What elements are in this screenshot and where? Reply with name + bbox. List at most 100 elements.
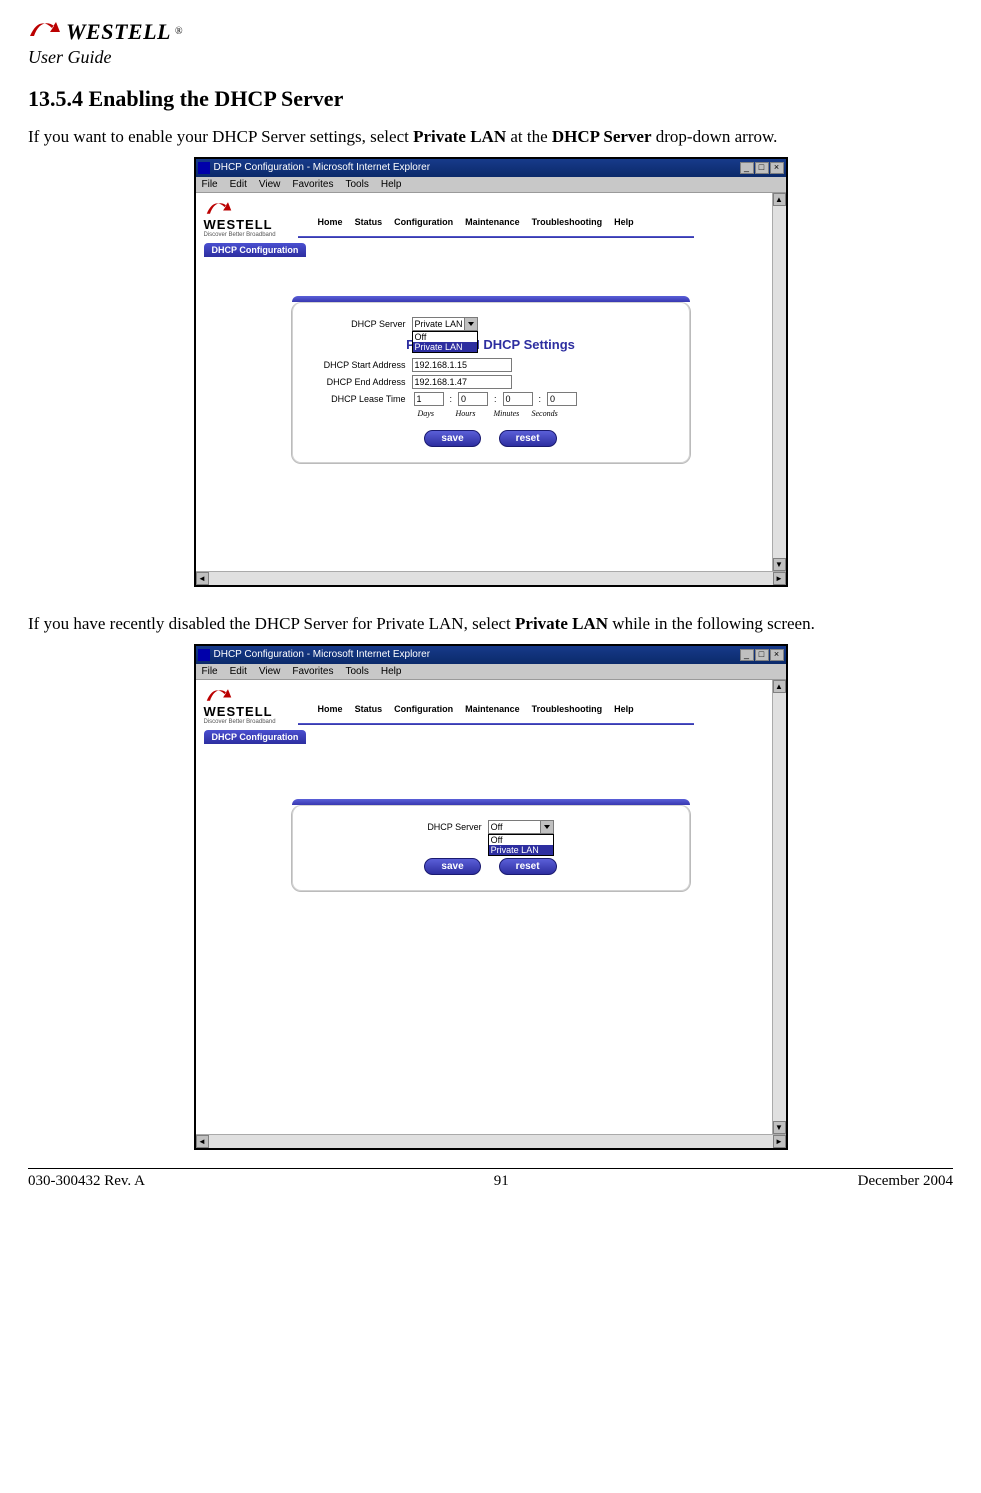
menu-file[interactable]: File — [202, 179, 218, 190]
scroll-right-icon[interactable]: ► — [773, 1135, 786, 1148]
nav-underline — [298, 723, 694, 725]
unit-days: Days — [418, 409, 456, 418]
nav-maintenance[interactable]: Maintenance — [465, 217, 520, 227]
p2-post: while in the following screen. — [608, 614, 815, 633]
vertical-scrollbar[interactable]: ▲ ▼ — [772, 193, 786, 571]
menu-favorites[interactable]: Favorites — [292, 179, 333, 190]
scroll-down-icon[interactable]: ▼ — [773, 558, 786, 571]
page-footer: 030-300432 Rev. A 91 December 2004 — [28, 1173, 953, 1190]
lease-seconds-input[interactable]: 0 — [547, 392, 577, 406]
dhcp-end-input[interactable]: 192.168.1.47 — [412, 375, 512, 389]
tab-dhcp-configuration[interactable]: DHCP Configuration — [204, 243, 307, 257]
nav-status[interactable]: Status — [355, 704, 383, 714]
menu-file[interactable]: File — [202, 666, 218, 677]
p2-bold: Private LAN — [515, 614, 608, 633]
horizontal-scrollbar[interactable]: ◄ ► — [196, 571, 786, 585]
save-button[interactable]: save — [424, 858, 480, 875]
browser-content: WESTELL Discover Better Broadband Home S… — [196, 680, 786, 1148]
nav-help[interactable]: Help — [614, 704, 634, 714]
dhcp-server-dropdown[interactable]: Off Private LAN — [412, 331, 478, 353]
horizontal-scrollbar[interactable]: ◄ ► — [196, 1134, 786, 1148]
dhcp-start-input[interactable]: 192.168.1.15 — [412, 358, 512, 372]
dhcp-start-label: DHCP Start Address — [304, 360, 412, 370]
ie-titlebar: DHCP Configuration - Microsoft Internet … — [196, 646, 786, 664]
nav-bar: Home Status Configuration Maintenance Tr… — [318, 699, 778, 717]
menu-tools[interactable]: Tools — [345, 666, 368, 677]
tab-dhcp-configuration[interactable]: DHCP Configuration — [204, 730, 307, 744]
option-private-lan[interactable]: Private LAN — [413, 342, 477, 352]
scroll-up-icon[interactable]: ▲ — [773, 680, 786, 693]
lease-hours-input[interactable]: 0 — [458, 392, 488, 406]
colon-1: : — [450, 394, 453, 404]
nav-bar: Home Status Configuration Maintenance Tr… — [318, 212, 778, 230]
footer-left: 030-300432 Rev. A — [28, 1173, 145, 1190]
p1-bold1: Private LAN — [413, 127, 506, 146]
reset-button[interactable]: reset — [499, 858, 557, 875]
scroll-right-icon[interactable]: ► — [773, 572, 786, 585]
paragraph-2: If you have recently disabled the DHCP S… — [28, 613, 953, 636]
option-off[interactable]: Off — [489, 835, 553, 845]
brand-block: WESTELL Discover Better Broadband — [204, 199, 276, 238]
menu-favorites[interactable]: Favorites — [292, 666, 333, 677]
vertical-scrollbar[interactable]: ▲ ▼ — [772, 680, 786, 1134]
dhcp-server-select[interactable]: Off — [488, 820, 554, 834]
nav-configuration[interactable]: Configuration — [394, 217, 453, 227]
page-header: WESTELL ® User Guide — [28, 18, 953, 68]
nav-troubleshooting[interactable]: Troubleshooting — [532, 704, 603, 714]
scroll-up-icon[interactable]: ▲ — [773, 193, 786, 206]
lease-days-input[interactable]: 1 — [414, 392, 444, 406]
registered-icon: ® — [175, 26, 183, 37]
p1-bold2: DHCP Server — [552, 127, 652, 146]
menu-edit[interactable]: Edit — [230, 666, 247, 677]
menu-help[interactable]: Help — [381, 179, 402, 190]
scroll-down-icon[interactable]: ▼ — [773, 1121, 786, 1134]
ie-menu: File Edit View Favorites Tools Help — [196, 177, 786, 193]
unit-minutes: Minutes — [494, 409, 532, 418]
footer-center: 91 — [494, 1173, 509, 1190]
ie-app-icon — [198, 162, 210, 174]
lease-minutes-input[interactable]: 0 — [503, 392, 533, 406]
swoosh-icon — [204, 686, 234, 704]
nav-troubleshooting[interactable]: Troubleshooting — [532, 217, 603, 227]
close-button[interactable]: × — [770, 649, 784, 661]
section-heading: Enabling the DHCP Server — [89, 86, 344, 111]
scroll-left-icon[interactable]: ◄ — [196, 1135, 209, 1148]
chevron-down-icon — [464, 318, 477, 330]
p2-pre: If you have recently disabled the DHCP S… — [28, 614, 515, 633]
menu-edit[interactable]: Edit — [230, 179, 247, 190]
option-off[interactable]: Off — [413, 332, 477, 342]
dhcp-end-label: DHCP End Address — [304, 377, 412, 387]
close-button[interactable]: × — [770, 162, 784, 174]
scroll-left-icon[interactable]: ◄ — [196, 572, 209, 585]
dhcp-server-value: Private LAN — [415, 319, 463, 329]
paragraph-1: If you want to enable your DHCP Server s… — [28, 126, 953, 149]
menu-tools[interactable]: Tools — [345, 179, 368, 190]
guide-label: User Guide — [28, 47, 953, 68]
menu-view[interactable]: View — [259, 179, 281, 190]
brand-tagline: Discover Better Broadband — [204, 232, 276, 238]
dhcp-server-value: Off — [491, 822, 503, 832]
chevron-down-icon — [540, 821, 553, 833]
save-button[interactable]: save — [424, 430, 480, 447]
nav-home[interactable]: Home — [318, 217, 343, 227]
nav-home[interactable]: Home — [318, 704, 343, 714]
nav-configuration[interactable]: Configuration — [394, 704, 453, 714]
menu-view[interactable]: View — [259, 666, 281, 677]
maximize-button[interactable]: □ — [755, 649, 769, 661]
nav-maintenance[interactable]: Maintenance — [465, 704, 520, 714]
option-private-lan[interactable]: Private LAN — [489, 845, 553, 855]
reset-button[interactable]: reset — [499, 430, 557, 447]
ie-app-icon — [198, 649, 210, 661]
maximize-button[interactable]: □ — [755, 162, 769, 174]
brand-name: WESTELL — [66, 19, 171, 45]
dhcp-server-select[interactable]: Private LAN — [412, 317, 478, 331]
swoosh-icon — [204, 199, 234, 217]
nav-help[interactable]: Help — [614, 217, 634, 227]
dhcp-server-dropdown[interactable]: Off Private LAN — [488, 834, 554, 856]
minimize-button[interactable]: _ — [740, 649, 754, 661]
nav-status[interactable]: Status — [355, 217, 383, 227]
screenshot-2: DHCP Configuration - Microsoft Internet … — [194, 644, 788, 1150]
window-title: DHCP Configuration - Microsoft Internet … — [214, 649, 431, 660]
minimize-button[interactable]: _ — [740, 162, 754, 174]
menu-help[interactable]: Help — [381, 666, 402, 677]
